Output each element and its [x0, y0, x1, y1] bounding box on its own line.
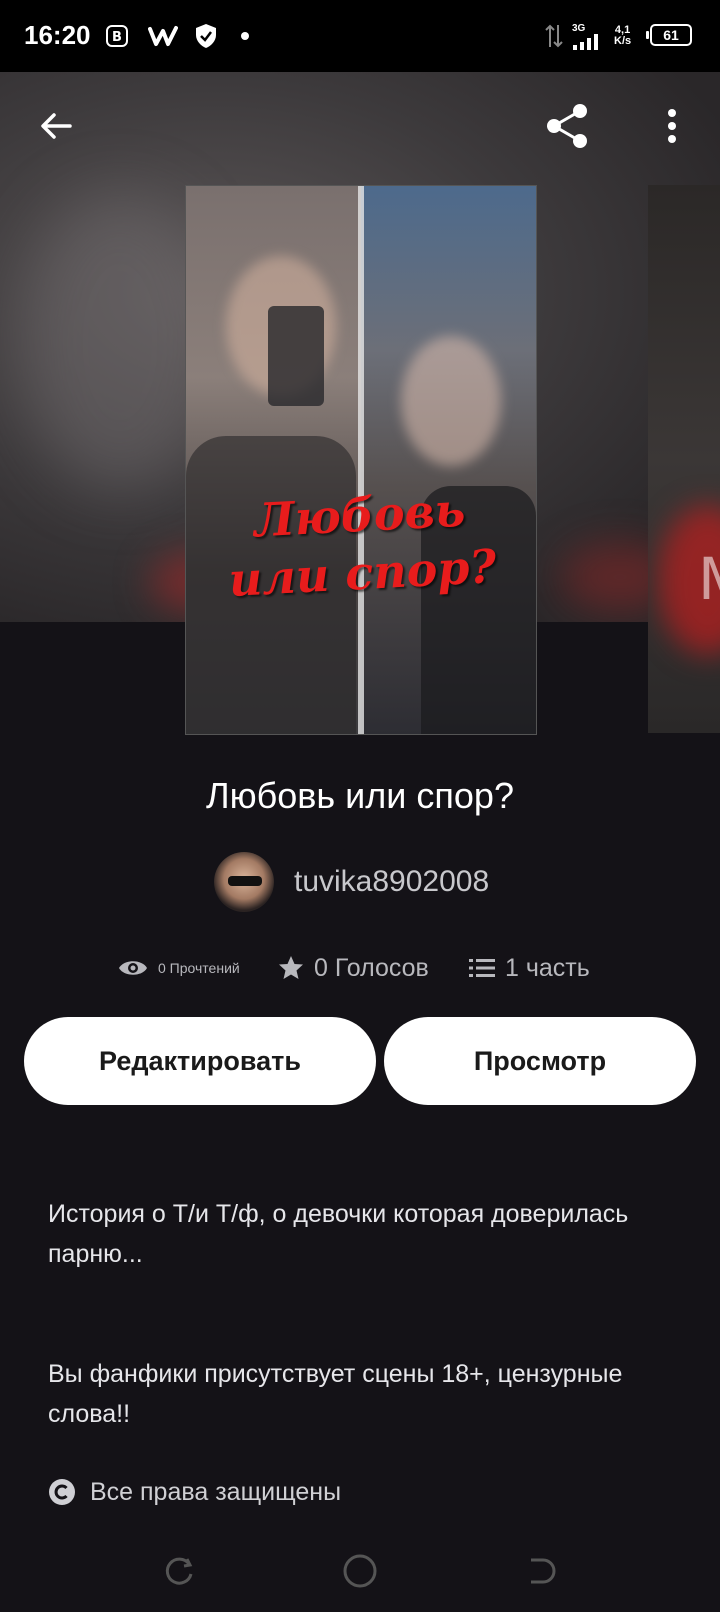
parts-stat[interactable]: 1 часть: [469, 948, 590, 988]
edit-button[interactable]: Редактировать: [24, 1017, 376, 1105]
story-stats: 0 Прочтений 0 Голосов 1 часть: [0, 948, 720, 988]
reads-stat: 0 Прочтений: [118, 948, 240, 988]
more-options-button[interactable]: [644, 98, 700, 154]
next-story-cover[interactable]: M: [648, 185, 720, 733]
arrow-left-icon: [41, 113, 72, 139]
votes-stat: 0 Голосов: [278, 948, 429, 988]
back-nav-icon: [531, 1558, 556, 1584]
description-paragraph-1: История о Т/и Т/ф, о девочки которая дов…: [48, 1200, 629, 1268]
share-icon: [547, 104, 587, 148]
battery-indicator: 61: [646, 24, 692, 46]
svg-text:B: B: [112, 30, 122, 45]
status-time: 16:20: [24, 20, 91, 50]
shield-icon: [194, 22, 218, 50]
preview-button[interactable]: Просмотр: [384, 1017, 696, 1105]
back-button[interactable]: [28, 98, 84, 154]
more-vertical-icon: [668, 109, 676, 143]
author-link[interactable]: tuvika8902008: [214, 852, 489, 912]
data-arrows-icon: [545, 22, 563, 50]
copyright-icon: [48, 1478, 76, 1506]
author-name[interactable]: tuvika8902008: [294, 865, 489, 899]
star-icon: [278, 955, 304, 981]
eye-icon: [118, 957, 148, 979]
copyright-notice: Все права защищены: [48, 1472, 341, 1512]
wattpad-icon: [148, 22, 178, 50]
recent-apps-button[interactable]: [155, 1546, 205, 1596]
avatar[interactable]: [214, 852, 274, 912]
share-button[interactable]: [540, 98, 596, 154]
signal-icon: 3G: [572, 22, 598, 50]
home-circle-icon: [343, 1554, 377, 1588]
description-paragraph-2: Вы фанфики присутствует сцены 18+, цензу…: [48, 1360, 623, 1428]
network-speed: 4,1 K/s: [614, 24, 632, 47]
home-button[interactable]: [335, 1546, 385, 1596]
system-navigation-bar: [0, 1530, 720, 1612]
story-title: Любовь или спор?: [206, 775, 514, 816]
b-app-icon: B: [106, 22, 128, 50]
status-bar: 16:20 B 3G 4,1 K/s 61: [0, 0, 720, 72]
recent-apps-icon: [165, 1557, 193, 1585]
cover-title: Любовь или спор?: [227, 482, 498, 607]
story-cover[interactable]: Любовь или спор?: [185, 185, 537, 735]
dot-icon: [240, 22, 250, 50]
back-nav-button[interactable]: [515, 1546, 565, 1596]
list-icon: [469, 957, 495, 979]
